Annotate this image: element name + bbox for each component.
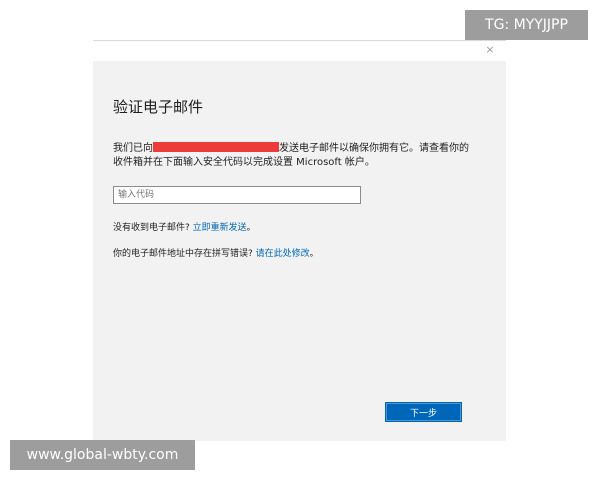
fix-email-link[interactable]: 请在此处修改 bbox=[256, 249, 310, 259]
resend-suffix: 。 bbox=[246, 223, 256, 233]
resend-prompt: 没有收到电子邮件? bbox=[113, 223, 190, 233]
dialog-title: 验证电子邮件 bbox=[113, 98, 204, 116]
fix-email-line: 你的电子邮件地址中存在拼写错误? 请在此处修改。 bbox=[113, 246, 319, 259]
watermark-website: www.global-wbty.com bbox=[10, 440, 195, 470]
fix-email-suffix: 。 bbox=[309, 249, 319, 259]
redacted-email bbox=[153, 142, 279, 152]
next-button[interactable]: 下一步 bbox=[385, 402, 462, 422]
watermark-telegram: TG: MYYJJPP bbox=[465, 10, 588, 40]
dialog-titlebar: × bbox=[93, 41, 506, 61]
dialog-description: 我们已向 发送电子邮件以确保你拥有它。请查看你的收件箱并在下面输入安全代码以完成设… bbox=[113, 142, 473, 170]
page: × 验证电子邮件 我们已向 发送电子邮件以确保你拥有它。请查看你的收件箱并在下面输… bbox=[0, 0, 600, 480]
verify-email-dialog: × 验证电子邮件 我们已向 发送电子邮件以确保你拥有它。请查看你的收件箱并在下面输… bbox=[93, 40, 506, 441]
description-text-before: 我们已向 bbox=[113, 143, 153, 154]
security-code-input[interactable] bbox=[113, 186, 361, 204]
resend-link[interactable]: 立即重新发送 bbox=[193, 223, 247, 233]
close-icon[interactable]: × bbox=[483, 43, 497, 57]
fix-email-prompt: 你的电子邮件地址中存在拼写错误? bbox=[113, 249, 253, 259]
resend-line: 没有收到电子邮件? 立即重新发送。 bbox=[113, 220, 256, 233]
